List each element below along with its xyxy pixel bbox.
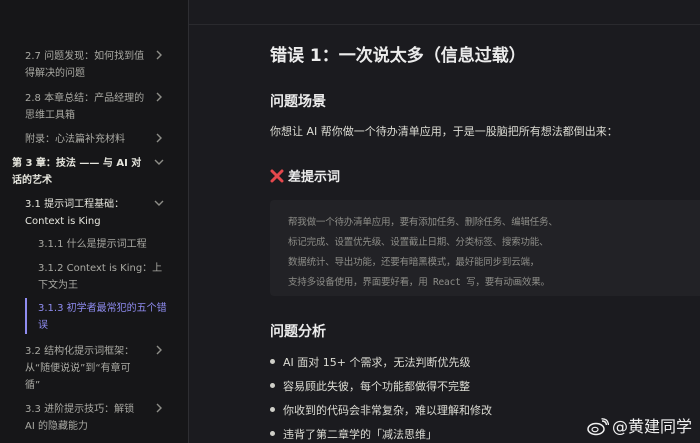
- code-line: 标记完成、设置优先级、设置截止日期、分类标签、搜索功能、: [288, 237, 549, 248]
- sidebar-item-label: 3.1.2 Context is King：上: [38, 263, 163, 274]
- section-heading-scene: 问题场景: [270, 94, 326, 110]
- sidebar-item-3-1[interactable]: 3.1 提示词工程基础： Context is King: [25, 196, 164, 230]
- sidebar-item-appendix[interactable]: 附录：心法篇补充材料: [25, 131, 162, 148]
- bullet-icon: [270, 383, 275, 388]
- sidebar-item-chapter-3[interactable]: 第 3 章：技法 —— 与 AI 对 话的艺术: [12, 155, 164, 189]
- chevron-right-icon[interactable]: [153, 132, 165, 144]
- article-content: 错误 1：一次说太多（信息过载） 问题场景 你想让 AI 帮你做一个待办清单应用…: [190, 0, 700, 443]
- sidebar-item-label: 从“随便说说”到“有章可: [25, 363, 131, 374]
- sidebar-item-label: 话的艺术: [12, 175, 52, 186]
- weibo-logo-icon: [587, 418, 610, 436]
- section-heading-analysis: 问题分析: [270, 324, 326, 340]
- list-item: 你收到的代码会非常复杂，难以理解和修改: [270, 402, 492, 418]
- sidebar-item-label: 循”: [25, 380, 41, 391]
- sidebar-nav: 2.7 问题发现：如何找到值 得解决的问题 2.8 本章总结：产品经理的 思维工…: [0, 0, 189, 443]
- active-indicator: [25, 298, 27, 334]
- scene-paragraph: 你想让 AI 帮你做一个待办清单应用，于是一股脑把所有想法都倒出来：: [270, 125, 618, 138]
- sidebar-item-label: 下文为王: [38, 280, 78, 291]
- sidebar-item-label: 3.1 提示词工程基础：: [25, 199, 125, 210]
- list-item-text: 你收到的代码会非常复杂，难以理解和修改: [283, 404, 492, 417]
- cross-mark-icon: [270, 169, 284, 183]
- sidebar-item-3-2[interactable]: 3.2 结构化提示词框架： 从“随便说说”到“有章可 循”: [25, 343, 162, 394]
- chevron-down-icon[interactable]: [153, 197, 165, 209]
- code-line: 支持多设备使用，界面要好看，用 React 写，要有动画效果。: [288, 277, 550, 288]
- list-item-text: 违背了第二章学的「减法思维」: [283, 428, 437, 441]
- chevron-down-icon[interactable]: [153, 156, 165, 168]
- bullet-icon: [270, 407, 275, 412]
- list-item-text: 容易顾此失彼，每个功能都做得不完整: [283, 380, 470, 393]
- sidebar-item-label: AI 的隐藏能力: [25, 421, 88, 432]
- sidebar-item-label: 思维工具箱: [25, 110, 75, 121]
- sidebar-item-3-1-1[interactable]: 3.1.1 什么是提示词工程: [38, 236, 168, 253]
- page-title: 错误 1：一次说太多（信息过载）: [270, 46, 526, 66]
- chevron-right-icon[interactable]: [153, 49, 165, 61]
- chevron-right-icon[interactable]: [153, 91, 165, 103]
- bad-prompt-heading: 差提示词: [270, 166, 340, 185]
- sidebar-item-label: 3.1.1 什么是提示词工程: [38, 239, 147, 250]
- bullet-icon: [270, 359, 275, 364]
- watermark: @黄建同学: [587, 413, 692, 437]
- chevron-right-icon[interactable]: [153, 402, 165, 414]
- sidebar-item-3-3[interactable]: 3.3 进阶提示技巧：解锁 AI 的隐藏能力: [25, 401, 162, 435]
- list-item-text: AI 面对 15+ 个需求，无法判断优先级: [283, 356, 471, 369]
- watermark-text: @黄建同学: [611, 417, 692, 436]
- sidebar-item-label: 3.2 结构化提示词框架：: [25, 346, 135, 357]
- sidebar-item-label: 3.3 进阶提示技巧：解锁: [25, 404, 135, 415]
- code-block: 帮我做一个待办清单应用，要有添加任务、删除任务、编辑任务、 标记完成、设置优先级…: [270, 200, 700, 296]
- sidebar-item-label: 得解决的问题: [25, 68, 85, 79]
- code-line: 帮我做一个待办清单应用，要有添加任务、删除任务、编辑任务、: [288, 217, 558, 228]
- bullet-icon: [270, 431, 275, 436]
- sidebar-item-3-1-2[interactable]: 3.1.2 Context is King：上 下文为王: [38, 260, 168, 294]
- sidebar-item-label: 2.7 问题发现：如何找到值: [25, 51, 145, 62]
- bad-prompt-heading-label: 差提示词: [288, 170, 341, 185]
- sidebar-item-label: 第 3 章：技法 —— 与 AI 对: [12, 158, 142, 169]
- sidebar-item-label: 2.8 本章总结：产品经理的: [25, 93, 145, 104]
- sidebar-item-label: 附录：心法篇补充材料: [25, 134, 125, 145]
- list-item: 容易顾此失彼，每个功能都做得不完整: [270, 378, 470, 394]
- sidebar-item-label: Context is King: [25, 216, 101, 227]
- chevron-right-icon[interactable]: [153, 344, 165, 356]
- sidebar-item-label: 3.1.3 初学者最常犯的五个错: [38, 303, 167, 314]
- list-item: AI 面对 15+ 个需求，无法判断优先级: [270, 354, 470, 370]
- sidebar-item-2-8[interactable]: 2.8 本章总结：产品经理的 思维工具箱: [25, 90, 162, 124]
- sidebar-item-label: 误: [38, 320, 48, 331]
- sidebar-item-2-7[interactable]: 2.7 问题发现：如何找到值 得解决的问题: [25, 48, 162, 82]
- sidebar-item-3-1-3[interactable]: 3.1.3 初学者最常犯的五个错 误: [38, 300, 173, 334]
- list-item: 违背了第二章学的「减法思维」: [270, 426, 437, 442]
- code-line: 数据统计、导出功能，还要有暗黑模式，最好能同步到云端，: [288, 257, 540, 268]
